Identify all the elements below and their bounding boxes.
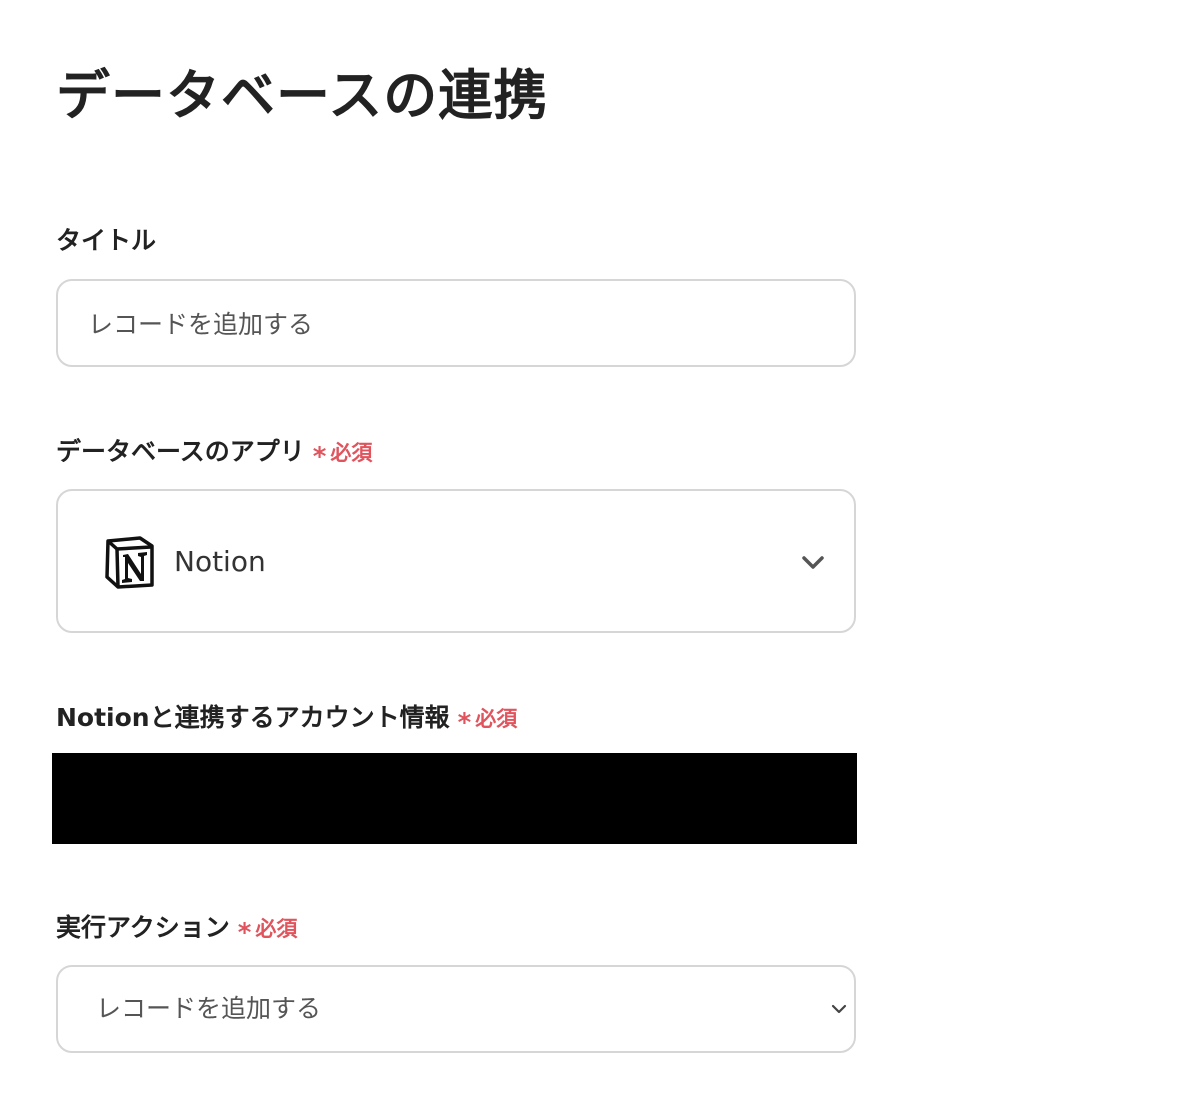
required-asterisk: * — [237, 918, 252, 948]
account-info-field-label: Notionと連携するアカウント情報 * 必須 — [56, 700, 518, 738]
database-app-field-label: データベースのアプリ * 必須 — [56, 434, 373, 472]
required-text: 必須 — [330, 441, 373, 465]
title-input[interactable] — [56, 279, 856, 367]
required-indicator: * 必須 — [313, 441, 373, 472]
action-selected-value: レコードを追加する — [96, 994, 322, 1023]
required-asterisk: * — [312, 442, 327, 472]
database-app-select[interactable]: Notion — [56, 489, 856, 633]
page-title: データベースの連携 — [56, 64, 549, 128]
action-label-text: 実行アクション — [56, 913, 230, 942]
notion-logo-icon — [105, 536, 154, 589]
redacted-account-info — [52, 753, 857, 844]
database-app-label-text: データベースのアプリ — [56, 437, 305, 466]
title-label-text: タイトル — [56, 226, 157, 255]
database-app-selected-value: Notion — [174, 545, 266, 578]
chevron-down-icon[interactable] — [800, 551, 826, 573]
chevron-down-icon[interactable] — [830, 1002, 848, 1016]
account-info-label-text: Notionと連携するアカウント情報 — [56, 703, 450, 732]
required-text: 必須 — [475, 707, 518, 731]
required-text: 必須 — [255, 917, 298, 941]
required-asterisk: * — [457, 708, 472, 738]
action-select[interactable]: レコードを追加する — [56, 965, 856, 1053]
action-field-label: 実行アクション * 必須 — [56, 910, 298, 948]
title-field-label: タイトル — [56, 223, 156, 259]
required-indicator: * 必須 — [238, 917, 298, 948]
required-indicator: * 必須 — [458, 707, 518, 738]
